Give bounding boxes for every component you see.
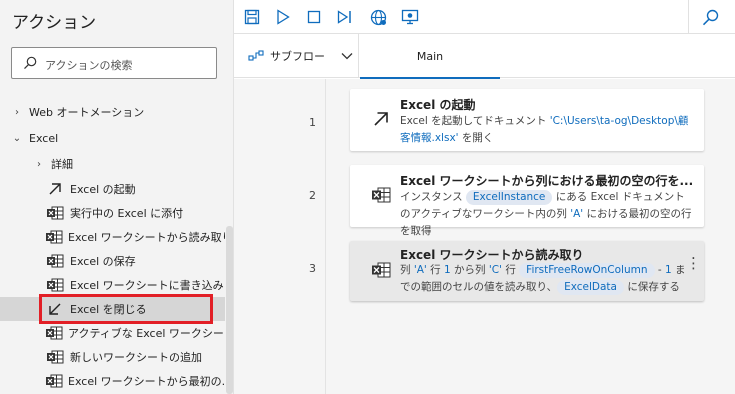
sidebar-scrollbar[interactable] (226, 226, 233, 394)
line-number: 1 (309, 116, 316, 129)
desktop-recorder-icon (401, 9, 419, 25)
action-label: Excel ワークシートから読み取り (68, 231, 225, 244)
action-add-worksheet[interactable]: 新しいワークシートの追加 (0, 345, 225, 369)
tree-item-excel[interactable]: ⌄ Excel (0, 126, 225, 150)
flow-step-get-first-free-row[interactable]: Excel ワークシートから列における最初の空の行を... インスタンス Exc… (350, 165, 704, 237)
save-button[interactable] (243, 8, 261, 26)
excel-icon (45, 349, 65, 365)
action-label: Excel ワークシートから最初の... (68, 375, 225, 388)
search-icon (702, 9, 718, 25)
step-title: Excel ワークシートから読み取り (400, 248, 584, 262)
chevron-right-icon: › (15, 106, 19, 118)
actions-panel-title: アクション (12, 13, 97, 33)
search-placeholder: アクションの検索 (45, 59, 133, 72)
subflow-icon (248, 50, 264, 61)
step-icon (337, 10, 351, 24)
actions-panel: アクション アクションの検索 › Web オートメーション ⌄ Excel › … (0, 0, 234, 394)
run-icon (277, 9, 290, 25)
line-number: 2 (309, 189, 316, 202)
excel-icon (370, 260, 392, 280)
chevron-down-icon: ⌄ (12, 132, 22, 144)
action-close-excel[interactable]: Excel を閉じる (0, 297, 225, 321)
action-label: 新しいワークシートの追加 (70, 351, 202, 364)
variable-chip: ExcelInstance (465, 190, 553, 205)
tree-item-label: Excel (29, 131, 59, 145)
stop-icon (307, 10, 321, 24)
action-activate-worksheet[interactable]: アクティブな Excel ワークシー... (0, 321, 225, 345)
flow-step-launch-excel[interactable]: Excel の起動 Excel を起動してドキュメント 'C:\Users\ta… (350, 89, 704, 151)
action-read-worksheet[interactable]: Excel ワークシートから読み取り (0, 225, 225, 249)
excel-icon (45, 229, 63, 245)
desktop-recorder-button[interactable] (401, 8, 419, 26)
flow-tabs: サブフロー Main (234, 34, 735, 79)
action-label: 実行中の Excel に添付 (70, 207, 184, 220)
find-button[interactable] (701, 8, 719, 26)
excel-icon (45, 277, 65, 293)
action-label: Excel の保存 (70, 255, 136, 268)
action-label: Excel の起動 (70, 183, 136, 196)
web-recorder-button[interactable] (369, 8, 387, 26)
action-save-excel[interactable]: Excel の保存 (0, 249, 225, 273)
action-label: Excel ワークシートに書き込み (70, 279, 224, 292)
excel-icon (45, 253, 65, 269)
designer-toolbar (234, 0, 735, 34)
search-icon (24, 56, 37, 70)
arrow-down-left-icon (45, 301, 65, 317)
step-title: Excel の起動 (400, 98, 476, 112)
variable-chip: FirstFreeRowOnColumn (519, 263, 655, 278)
arrow-up-right-icon (45, 181, 65, 197)
tab-main-label: Main (416, 49, 444, 63)
action-write-worksheet[interactable]: Excel ワークシートに書き込み (0, 273, 225, 297)
action-search-input[interactable]: アクションの検索 (11, 47, 217, 79)
web-recorder-icon (370, 9, 386, 25)
tree-item-label: Web オートメーション (29, 106, 145, 119)
excel-icon (45, 205, 65, 221)
action-get-first-free[interactable]: Excel ワークシートから最初の... (0, 369, 225, 393)
tree-item-advanced[interactable]: › 詳細 (0, 152, 225, 176)
step-description: Excel を起動してドキュメント 'C:\Users\ta-og\Deskto… (400, 115, 689, 144)
arrow-up-right-icon (370, 109, 392, 129)
excel-icon (370, 185, 392, 205)
subflows-dropdown[interactable]: サブフロー (248, 48, 353, 64)
flow-step-read-worksheet[interactable]: Excel ワークシートから読み取り 列 'A' 行 1 から列 'C' 行 F… (350, 241, 704, 301)
action-attach-excel[interactable]: 実行中の Excel に添付 (0, 201, 225, 225)
chevron-down-icon (341, 53, 353, 60)
variable-chip: ExcelData (557, 280, 624, 295)
more-options-icon[interactable]: ⋮ (686, 256, 701, 271)
excel-icon (45, 325, 63, 341)
step-button[interactable] (336, 8, 354, 26)
save-icon (244, 9, 260, 25)
action-label: Excel を閉じる (70, 303, 147, 316)
tab-divider (358, 34, 359, 78)
stop-button[interactable] (305, 8, 323, 26)
gutter-divider (325, 79, 326, 394)
step-title: Excel ワークシートから列における最初の空の行を... (400, 174, 694, 188)
subflow-label: サブフロー (270, 50, 325, 63)
step-description: 列 'A' 行 1 から列 'C' 行 FirstFreeRowOnColumn… (400, 263, 686, 295)
step-description: インスタンス ExcelInstance にある Excel ドキュメントのアク… (400, 190, 692, 237)
run-button[interactable] (274, 8, 292, 26)
flow-canvas[interactable]: 1 2 3 Excel の起動 Excel を起動してドキュメント 'C:\Us… (234, 79, 735, 394)
tab-main[interactable]: Main (360, 34, 500, 79)
tree-item-web-automation[interactable]: › Web オートメーション (0, 100, 225, 124)
chevron-right-icon: › (37, 158, 41, 170)
tree-item-label: 詳細 (51, 158, 73, 171)
excel-icon (45, 373, 63, 389)
action-launch-excel[interactable]: Excel の起動 (0, 177, 225, 201)
toolbar-separator (688, 0, 689, 34)
action-label: アクティブな Excel ワークシー... (68, 327, 225, 340)
line-number: 3 (309, 262, 316, 275)
